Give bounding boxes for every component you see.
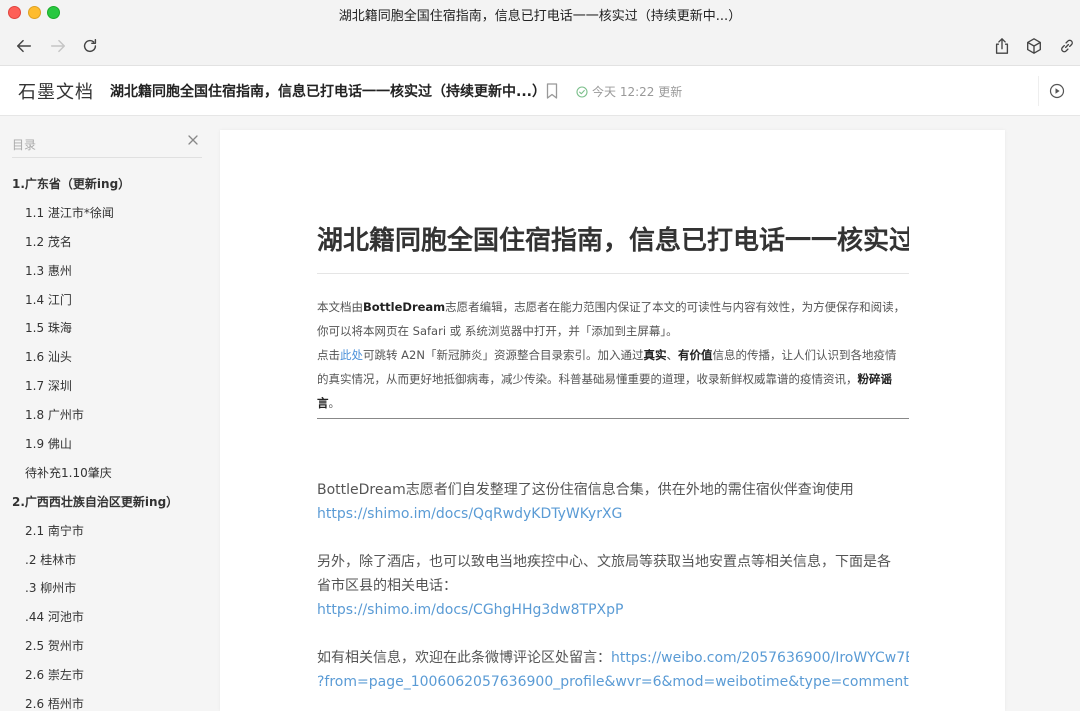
weibo-link[interactable]: https://weibo.com/2057636900/IroWYCw7B (611, 650, 909, 666)
toc-title: 目录 (12, 138, 37, 152)
toc-item[interactable]: 1.广东省（更新ing） (0, 169, 212, 198)
toc-item[interactable]: 2.广西西壮族自治区更新ing） (0, 487, 212, 516)
toc-item[interactable]: 1.2 茂名 (0, 227, 212, 256)
toc-item[interactable]: 待补充1.10肇庆 (0, 458, 212, 487)
phone-doc-link[interactable]: https://shimo.im/docs/CGhgHHg3dw8TPXpP (317, 598, 909, 622)
forward-button[interactable] (46, 34, 70, 58)
intro-block: 本文档由BottleDream志愿者编辑，志愿者在能力范围内保证了本文的可读性与… (317, 295, 909, 415)
toc-item[interactable]: 1.6 汕头 (0, 342, 212, 371)
link-icon (1061, 39, 1073, 53)
toc-item[interactable]: 1.3 惠州 (0, 256, 212, 285)
paragraph-2-line-2: 省市区县的相关电话： (317, 578, 457, 594)
document-canvas: 湖北籍同胞全国住宿指南，信息已打电话一一核实过（持续更新中...） 本文档由Bo… (220, 130, 1005, 711)
toc-item[interactable]: 2.1 南宁市 (0, 516, 212, 545)
heading-divider (317, 273, 909, 274)
paragraph-1: BottleDream志愿者们自发整理了这份住宿信息合集，供在外地的需住宿伙伴查… (317, 482, 854, 498)
close-icon[interactable] (186, 133, 200, 147)
toc-index-link[interactable]: 此处 (340, 348, 363, 362)
cube-icon (1027, 38, 1041, 54)
reload-icon (83, 38, 97, 53)
toc-item[interactable]: 1.8 广州市 (0, 400, 212, 429)
intro-divider (317, 418, 909, 419)
toc-item[interactable]: 2.6 梧州市 (0, 689, 212, 711)
paragraph-3: 如有相关信息，欢迎在此条微博评论区处留言：https://weibo.com/2… (317, 646, 909, 670)
intro-line-2: 你可以将本网页在 Safari 或 系统浏览器中打开，并「添加到主屏幕」。 (317, 324, 678, 338)
toc-item[interactable]: 1.7 深圳 (0, 371, 212, 400)
paragraph-2-line-1: 另外，除了酒店，也可以致电当地疾控中心、文旅局等获取当地安置点等相关信息，下面是… (317, 554, 891, 570)
intro-line-1: 本文档由BottleDream志愿者编辑，志愿者在能力范围内保证了本文的可读性与… (317, 300, 906, 314)
window-title: 湖北籍同胞全国住宿指南，信息已打电话一一核实过（持续更新中...） (338, 9, 742, 24)
toc-item[interactable]: .3 柳州市 (0, 573, 212, 602)
toc-item[interactable]: 1.5 珠海 (0, 313, 212, 342)
back-button[interactable] (12, 34, 36, 58)
share-button[interactable] (990, 34, 1014, 58)
share-icon (995, 38, 1009, 54)
toc-item[interactable]: 1.9 佛山 (0, 429, 212, 458)
window-titlebar: 湖北籍同胞全国住宿指南，信息已打电话一一核实过（持续更新中...） (0, 0, 1080, 26)
play-circle-icon (1049, 83, 1064, 99)
toc-item[interactable]: 1.4 江门 (0, 285, 212, 314)
intro-line-3: 点击此处可跳转 A2N「新冠肺炎」资源整合目录索引。加入通过真实、有价值信息的传… (317, 348, 897, 362)
bookmark-icon[interactable] (544, 82, 560, 100)
article-heading: 湖北籍同胞全国住宿指南，信息已打电话一一核实过（持续更新中...） (317, 226, 909, 256)
toc-item[interactable]: .2 桂林市 (0, 545, 212, 574)
weibo-link-continued[interactable]: ?from=page_1006062057636900_profile&wvr=… (317, 670, 909, 694)
toc-header: 目录 (12, 134, 202, 158)
arrow-left-icon (16, 39, 32, 53)
present-button[interactable] (1038, 76, 1074, 106)
check-circle-icon (576, 85, 588, 98)
copy-link-button[interactable] (1055, 34, 1079, 58)
toc-item[interactable]: 2.5 贺州市 (0, 631, 212, 660)
toc-list: 1.广东省（更新ing） 1.1 湛江市*徐闻 1.2 茂名 1.3 惠州 1.4 江门… (0, 169, 212, 711)
article-body: BottleDream志愿者们自发整理了这份住宿信息合集，供在外地的需住宿伙伴查… (317, 478, 909, 694)
shimo-logo[interactable]: 石墨文档 (18, 78, 94, 104)
arrow-right-icon (50, 39, 66, 53)
update-status: 今天 12:22 更新 (576, 83, 682, 100)
intro-line-5: 言。 (317, 396, 340, 410)
reload-button[interactable] (78, 34, 102, 58)
update-time: 今天 12:22 更新 (592, 85, 683, 99)
toc-item[interactable]: 2.6 崇左市 (0, 660, 212, 689)
cube-button[interactable] (1022, 34, 1046, 58)
browser-toolbar (0, 26, 1080, 66)
housing-doc-link[interactable]: https://shimo.im/docs/QqRwdyKDTyWKyrXG (317, 502, 909, 526)
toc-item[interactable]: 1.1 湛江市*徐闻 (0, 198, 212, 227)
intro-line-4: 的真实情况，从而更好地抵御病毒，减少传染。科普基础易懂重要的道理，收录新鲜权威靠… (317, 372, 892, 386)
document-header: 石墨文档 湖北籍同胞全国住宿指南，信息已打电话一一核实过（持续更新中...） 今… (0, 66, 1080, 116)
toc-sidebar: 目录 1.广东省（更新ing） 1.1 湛江市*徐闻 1.2 茂名 1.3 惠州 1.4… (0, 116, 212, 711)
document-title: 湖北籍同胞全国住宿指南，信息已打电话一一核实过（持续更新中...） (110, 84, 546, 100)
toc-item[interactable]: .44 河池市 (0, 602, 212, 631)
